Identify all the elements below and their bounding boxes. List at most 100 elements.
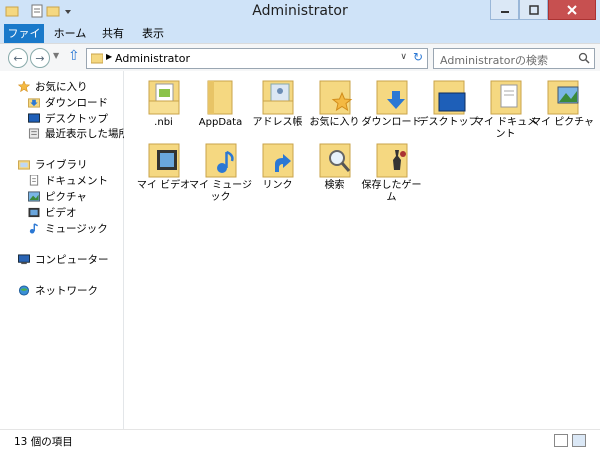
folder-search-icon [319, 143, 351, 178]
ribbon-tabs: ファイル ホーム 共有 表示 ⌄ ? [0, 24, 600, 61]
tab-home[interactable]: ホーム [52, 24, 88, 43]
folder-doc-icon [148, 80, 180, 115]
title-bar[interactable]: Administrator [0, 0, 600, 24]
nav-item-label: ドキュメント [45, 175, 108, 187]
folder-label: 保存したゲーム [361, 180, 422, 203]
library-icon [18, 160, 30, 170]
folder-item[interactable]: 検索 [306, 138, 363, 208]
nav-network-label: ネットワーク [35, 285, 98, 297]
folder-item[interactable]: デスクトップ [419, 75, 479, 145]
search-icon[interactable] [578, 52, 590, 64]
nav-computer[interactable]: コンピューター [18, 252, 138, 267]
nav-libraries-label: ライブラリ [35, 159, 88, 171]
folder-plain-icon [207, 80, 233, 115]
forward-button[interactable]: → [30, 48, 50, 68]
nav-favorites[interactable]: お気に入り [18, 79, 138, 94]
address-history-icon[interactable]: ∨ [400, 52, 407, 62]
address-bar[interactable]: ▶ Administrator ∨ ↻ [86, 48, 428, 69]
folder-label: マイ ミュージック [189, 180, 252, 203]
nav-network[interactable]: ネットワーク [18, 283, 138, 298]
folder-item[interactable]: .nbi [135, 75, 192, 145]
navigation-pane: お気に入り ダウンロード デスクトップ 最近表示した場所 ライブラリ ドキュメン… [0, 71, 129, 429]
folder-label: ダウンロード [361, 117, 422, 128]
folder-label: AppData [198, 117, 243, 128]
nav-item-label: ピクチャ [45, 191, 87, 203]
file-list: .nbi AppData アドレス帳 お気に入り ダウンロード デスクトップ マ… [124, 71, 600, 429]
folder-pictures-icon [547, 80, 579, 115]
recent-places-icon [28, 128, 40, 139]
folder-label: マイ ドキュメント [473, 117, 538, 140]
explorer-window: Administrator ファイル ホーム 共有 表示 ⌄ ? ← → [0, 0, 600, 452]
window-controls [490, 0, 596, 20]
back-button[interactable]: ← [8, 48, 28, 68]
folder-item[interactable]: ダウンロード [362, 75, 422, 145]
nav-item-label: ビデオ [45, 207, 77, 219]
tab-view[interactable]: 表示 [138, 24, 168, 43]
status-bar: 13 個の項目 [0, 429, 600, 452]
music-icon [29, 223, 38, 234]
computer-icon [18, 254, 30, 265]
folder-games-icon [376, 143, 408, 178]
nav-item-label: ダウンロード [45, 97, 108, 109]
folder-label: お気に入り [309, 117, 360, 128]
forward-arrow-icon: → [35, 51, 45, 65]
folder-location-icon [91, 53, 103, 64]
search-box[interactable]: Administratorの検索 [433, 48, 595, 69]
documents-icon [29, 175, 39, 186]
folder-link-icon [262, 143, 294, 178]
nav-item-label: ミュージック [45, 223, 108, 235]
star-icon [18, 81, 30, 92]
folder-download-icon [376, 80, 408, 115]
close-button[interactable] [548, 0, 596, 20]
folder-label: デスクトップ [418, 117, 479, 128]
maximize-icon [528, 4, 539, 15]
download-folder-icon [28, 98, 40, 108]
item-count: 13 個の項目 [14, 436, 73, 448]
folder-label: リンク [262, 180, 293, 191]
folder-label: 検索 [324, 180, 345, 191]
folder-item[interactable]: マイ ピクチャ [531, 75, 594, 145]
breadcrumb-chevron-icon[interactable]: ▶ [106, 52, 112, 61]
folder-item[interactable]: マイ ミュージック [189, 138, 252, 208]
back-arrow-icon: ← [13, 51, 23, 65]
nav-item-label: 最近表示した場所 [45, 128, 129, 140]
close-icon [567, 4, 577, 15]
folder-item[interactable]: アドレス帳 [249, 75, 306, 145]
pictures-icon [28, 191, 40, 202]
folder-item[interactable]: リンク [249, 138, 306, 208]
folder-item[interactable]: 保存したゲーム [362, 138, 422, 208]
tab-share[interactable]: 共有 [98, 24, 128, 43]
address-toolbar: ← → ▼ ⇧ ▶ Administrator ∨ ↻ Administrato… [0, 43, 600, 71]
minimize-icon [500, 10, 509, 13]
videos-icon [28, 207, 40, 218]
folder-contacts-icon [262, 80, 294, 115]
nav-favorites-label: お気に入り [35, 81, 88, 93]
refresh-icon[interactable]: ↻ [413, 50, 423, 64]
folder-item[interactable]: AppData [192, 75, 249, 145]
tab-file[interactable]: ファイル [4, 24, 44, 59]
nav-item-label: デスクトップ [45, 113, 108, 125]
recent-locations-icon[interactable]: ▼ [53, 51, 59, 60]
folder-documents-icon [490, 80, 522, 115]
folder-label: .nbi [154, 117, 173, 128]
address-path: Administrator [115, 52, 190, 65]
folder-video-icon [148, 143, 180, 178]
nav-computer-label: コンピューター [35, 254, 109, 266]
folder-music-icon [205, 143, 237, 178]
nav-libraries[interactable]: ライブラリ [18, 157, 138, 172]
folder-label: マイ ビデオ [136, 180, 191, 191]
folder-item[interactable]: お気に入り [306, 75, 363, 145]
large-icons-view-icon[interactable] [572, 434, 586, 447]
desktop-icon [28, 113, 40, 123]
view-switcher [554, 434, 586, 447]
search-input[interactable]: Administratorの検索 [440, 52, 548, 68]
folder-label: アドレス帳 [252, 117, 303, 128]
minimize-button[interactable] [490, 0, 519, 20]
folder-label: マイ ピクチャ [530, 117, 595, 128]
folder-item[interactable]: マイ ビデオ [135, 138, 192, 208]
details-view-icon[interactable] [554, 434, 568, 447]
folder-item[interactable]: マイ ドキュメント [474, 75, 537, 145]
folder-desktop-icon [433, 80, 466, 115]
maximize-button[interactable] [519, 0, 548, 20]
up-arrow-icon[interactable]: ⇧ [68, 48, 80, 64]
